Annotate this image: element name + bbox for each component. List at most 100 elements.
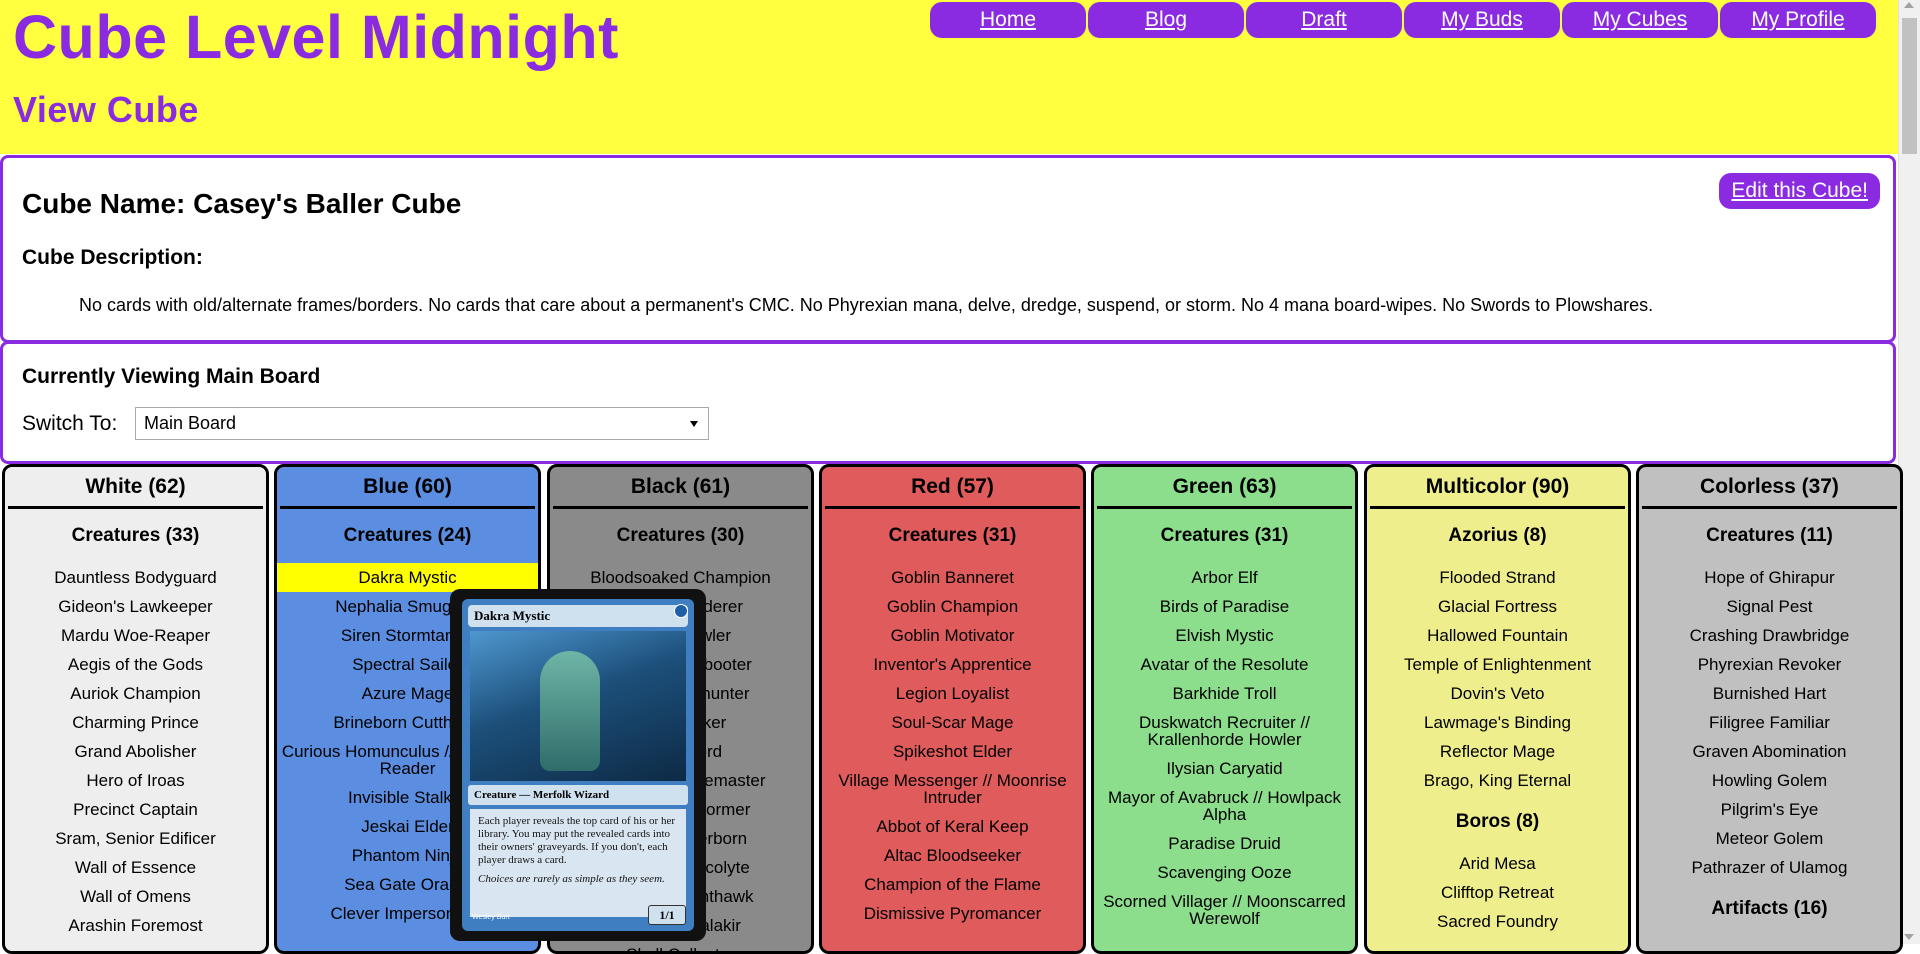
board-switch-panel: Currently Viewing Main Board Switch To: … [0,341,1896,464]
card-link[interactable]: Elvish Mystic [1094,621,1355,650]
card-link[interactable]: Pilgrim's Eye [1639,795,1900,824]
card-preview-popup: Dakra Mystic Creature — Merfolk Wizard E… [450,589,706,941]
card-link[interactable]: Goblin Motivator [822,621,1083,650]
section-title: Creatures (31) [1160,525,1289,546]
card-link[interactable]: Scavenging Ooze [1094,858,1355,887]
cube-description-label: Cube Description: [22,246,203,269]
card-link[interactable]: Signal Pest [1639,592,1900,621]
card-link[interactable]: Auriok Champion [5,679,266,708]
card-link[interactable]: Champion of the Flame [822,870,1083,899]
card-link[interactable]: Bloodsoaked Champion [550,563,811,592]
card-preview-name: Dakra Mystic [468,605,688,627]
card-link[interactable]: Hallowed Fountain [1367,621,1628,650]
card-link[interactable]: Inventor's Apprentice [822,650,1083,679]
card-link[interactable]: Wall of Omens [5,882,266,911]
card-link[interactable]: Graven Abomination [1639,737,1900,766]
card-link[interactable]: Lawmage's Binding [1367,708,1628,737]
site-header: Cube Level Midnight View Cube Home Blog … [0,0,1898,154]
color-column: White (62) Creatures (33) Dauntless Bodygu… [2,464,269,954]
card-link[interactable]: Burnished Hart [1639,679,1900,708]
card-link[interactable]: Barkhide Troll [1094,679,1355,708]
scroll-down-arrow-icon[interactable] [1904,934,1914,940]
card-link[interactable]: Brago, King Eternal [1367,766,1628,795]
nav-blog[interactable]: Blog [1088,2,1244,38]
card-link[interactable]: Abbot of Keral Keep [822,812,1083,841]
card-link[interactable]: Pathrazer of Ulamog [1639,853,1900,882]
card-link[interactable]: Birds of Paradise [1094,592,1355,621]
card-link[interactable]: Village Messenger // Moonrise Intruder [822,766,1083,812]
card-link[interactable]: Clifftop Retreat [1367,878,1628,907]
column-header: Colorless (37) [1642,467,1897,509]
nav-my-cubes[interactable]: My Cubes [1562,2,1718,38]
card-link[interactable]: Glacial Fortress [1367,592,1628,621]
card-link[interactable]: Wall of Essence [5,853,266,882]
section-title: Artifacts (16) [1711,898,1828,919]
edit-cube-button[interactable]: Edit this Cube! [1719,173,1880,209]
card-link[interactable]: Charming Prince [5,708,266,737]
card-link[interactable]: Precinct Captain [5,795,266,824]
scroll-thumb[interactable] [1902,18,1917,154]
column-header: Red (57) [825,467,1080,509]
card-link[interactable]: Hope of Ghirapur [1639,563,1900,592]
nav-my-buds[interactable]: My Buds [1404,2,1560,38]
card-link[interactable]: Hero of Iroas [5,766,266,795]
color-columns: White (62) Creatures (33) Dauntless Bodygu… [2,464,1903,954]
card-link[interactable]: Arid Mesa [1367,849,1628,878]
card-link[interactable]: Scorned Villager // Moonscarred Werewolf [1094,887,1355,933]
column-header: Black (61) [553,467,808,509]
site-title: Cube Level Midnight [13,3,619,71]
nav-my-profile[interactable]: My Profile [1720,2,1876,38]
card-link[interactable]: Altac Bloodseeker [822,841,1083,870]
card-link[interactable]: Sram, Senior Edificer [5,824,266,853]
card-link[interactable]: Spikeshot Elder [822,737,1083,766]
card-preview-flavor: Choices are rarely as simple as they see… [478,873,665,885]
card-link[interactable]: Temple of Enlightenment [1367,650,1628,679]
nav-home[interactable]: Home [930,2,1086,38]
card-link[interactable]: Arbor Elf [1094,563,1355,592]
card-link[interactable]: Gideon's Lawkeeper [5,592,266,621]
card-link[interactable]: Mayor of Avabruck // Howlpack Alpha [1094,783,1355,829]
card-link[interactable]: Goblin Banneret [822,563,1083,592]
card-link[interactable]: Howling Golem [1639,766,1900,795]
card-link[interactable]: Arashin Foremost [5,911,266,940]
card-link[interactable]: Dovin's Veto [1367,679,1628,708]
card-link[interactable]: Duskwatch Recruiter // Krallenhorde Howl… [1094,708,1355,754]
card-link[interactable]: Paradise Druid [1094,829,1355,858]
card-link[interactable]: Flooded Strand [1367,563,1628,592]
card-link[interactable]: Soul-Scar Mage [822,708,1083,737]
card-link[interactable]: Phyrexian Revoker [1639,650,1900,679]
card-frame: Dakra Mystic Creature — Merfolk Wizard E… [462,599,694,931]
card-link[interactable]: Mardu Woe-Reaper [5,621,266,650]
card-link[interactable]: Dakra Mystic [277,563,538,592]
cube-info-panel: Cube Name: Casey's Baller Cube Edit this… [0,155,1896,343]
card-preview-rules: Each player reveals the top card of his … [478,815,675,866]
card-link[interactable]: Sacred Foundry [1367,907,1628,936]
card-link[interactable]: Meteor Golem [1639,824,1900,853]
color-column: Green (63) Creatures (31) Arbor Elf Birds o… [1091,464,1358,954]
card-link[interactable]: Ilysian Caryatid [1094,754,1355,783]
switch-to-label: Switch To: [22,412,118,435]
color-column: Red (57) Creatures (31) Goblin Banneret Gob… [819,464,1086,954]
card-link[interactable]: Reflector Mage [1367,737,1628,766]
currently-viewing-label: Currently Viewing Main Board [22,365,321,388]
card-link[interactable]: Grand Abolisher [5,737,266,766]
card-preview-pt: 1/1 [648,905,686,925]
scroll-up-arrow-icon[interactable] [1904,2,1914,8]
section-title: Creatures (31) [888,525,1017,546]
column-header: Multicolor (90) [1370,467,1625,509]
cube-description: No cards with old/alternate frames/borde… [79,295,1654,315]
page-subtitle: View Cube [13,89,199,130]
card-link[interactable]: Crashing Drawbridge [1639,621,1900,650]
card-link[interactable]: Dauntless Bodyguard [5,563,266,592]
card-link[interactable]: Aegis of the Gods [5,650,266,679]
card-link[interactable]: Legion Loyalist [822,679,1083,708]
card-link[interactable]: Dismissive Pyromancer [822,899,1083,928]
card-link[interactable]: Skull Collecter [550,940,811,951]
merfolk-figure [540,651,600,771]
card-link[interactable]: Filigree Familiar [1639,708,1900,737]
card-link[interactable]: Goblin Champion [822,592,1083,621]
nav-draft[interactable]: Draft [1246,2,1402,38]
board-select[interactable]: Main Board [135,407,709,440]
color-column: Multicolor (90) Azorius (8) Flooded Strand… [1364,464,1631,954]
card-link[interactable]: Avatar of the Resolute [1094,650,1355,679]
